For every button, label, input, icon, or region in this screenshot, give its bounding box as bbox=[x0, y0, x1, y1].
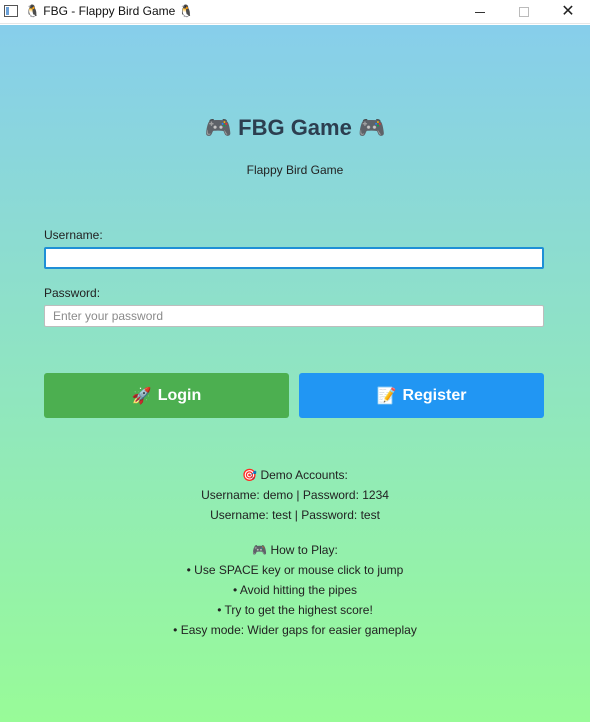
memo-icon: 📝 bbox=[376, 387, 397, 405]
password-label: Password: bbox=[44, 286, 101, 300]
app-window-icon bbox=[4, 5, 18, 17]
minimize-button[interactable] bbox=[458, 0, 502, 24]
register-button-label: Register bbox=[402, 386, 467, 404]
how-to-play-item: • Use SPACE key or mouse click to jump bbox=[186, 563, 404, 577]
how-to-play-item: • Easy mode: Wider gaps for easier gamep… bbox=[173, 623, 417, 637]
maximize-icon bbox=[519, 7, 529, 17]
username-label: Username: bbox=[44, 228, 103, 242]
page-subtitle: Flappy Bird Game bbox=[246, 163, 344, 177]
login-screen: 🎮 FBG Game 🎮 Flappy Bird Game Username: … bbox=[0, 25, 590, 722]
demo-accounts-heading: 🎯 Demo Accounts: bbox=[242, 468, 348, 482]
register-button[interactable]: 📝 Register bbox=[299, 373, 544, 418]
window-title: 🐧 FBG - Flappy Bird Game 🐧 bbox=[25, 4, 194, 18]
demo-account-line: Username: demo | Password: 1234 bbox=[201, 488, 389, 502]
password-input[interactable] bbox=[44, 305, 544, 327]
rocket-icon: 🚀 bbox=[131, 387, 152, 405]
how-to-play-item: • Avoid hitting the pipes bbox=[232, 583, 358, 597]
close-button[interactable]: ✕ bbox=[546, 0, 590, 24]
login-button[interactable]: 🚀 Login bbox=[44, 373, 289, 418]
maximize-button[interactable] bbox=[502, 0, 546, 24]
how-to-play-heading: 🎮 How to Play: bbox=[252, 543, 338, 557]
username-input[interactable] bbox=[44, 247, 544, 269]
demo-account-line: Username: test | Password: test bbox=[210, 508, 380, 522]
close-icon: ✕ bbox=[561, 3, 575, 20]
window-titlebar[interactable]: 🐧 FBG - Flappy Bird Game 🐧 ✕ bbox=[0, 0, 590, 24]
page-title: 🎮 FBG Game 🎮 bbox=[204, 115, 386, 140]
minimize-icon bbox=[475, 11, 485, 13]
login-button-label: Login bbox=[157, 386, 202, 404]
how-to-play-item: • Try to get the highest score! bbox=[217, 603, 373, 617]
